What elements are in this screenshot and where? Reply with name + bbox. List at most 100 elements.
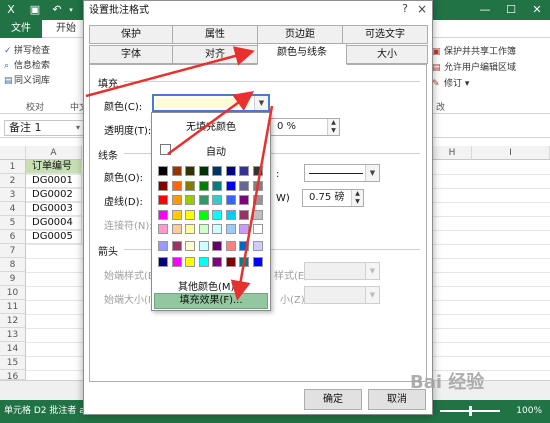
color-swatch[interactable] (198, 166, 209, 176)
color-swatch[interactable] (185, 209, 195, 220)
color-swatch[interactable] (185, 224, 195, 234)
color-swatch[interactable] (252, 257, 263, 267)
undo-dropdown-icon[interactable]: ▾ (64, 3, 78, 17)
line-style-combo[interactable]: ▼ (304, 164, 380, 182)
color-swatch[interactable] (252, 241, 263, 251)
cell-a2[interactable]: DG0001 (26, 174, 82, 188)
color-swatch[interactable] (225, 224, 236, 234)
color-swatch[interactable] (185, 195, 195, 205)
row-header[interactable]: 1 (0, 160, 26, 174)
more-colors-option[interactable]: 其他颜色(M)... (152, 278, 270, 293)
column-header-a[interactable]: A (26, 146, 82, 160)
line-weight-spinner[interactable]: 0.75 磅 ▲ ▼ (302, 189, 364, 207)
color-swatch[interactable] (239, 209, 249, 220)
close-icon[interactable]: × (417, 2, 427, 16)
color-swatch[interactable] (212, 166, 222, 176)
row-header[interactable]: 2 (0, 174, 26, 188)
minimize-icon[interactable]: — (472, 0, 498, 20)
color-swatch[interactable] (158, 195, 168, 205)
zoom-level[interactable]: 100% (516, 400, 542, 423)
window-close-icon[interactable]: ✕ (524, 0, 550, 20)
end-size-dropdown-icon[interactable]: ▼ (365, 287, 379, 303)
tab-protection[interactable]: 保护 (89, 25, 173, 44)
row-header[interactable]: 8 (0, 258, 26, 272)
select-all-corner[interactable] (0, 146, 26, 160)
color-swatch[interactable] (239, 166, 249, 176)
automatic-color-option[interactable]: 自动 (158, 143, 266, 158)
color-swatch[interactable] (225, 166, 236, 176)
color-swatch[interactable] (252, 166, 263, 176)
color-swatch[interactable] (212, 195, 222, 205)
color-swatch[interactable] (198, 180, 209, 191)
color-swatch[interactable] (252, 224, 263, 234)
row-header[interactable]: 15 (0, 356, 26, 370)
name-box[interactable]: 备注 1 ▾ (4, 120, 84, 136)
no-fill-option[interactable]: 无填充颜色 (152, 118, 270, 133)
color-swatch[interactable] (198, 257, 209, 267)
spinner-arrows-icon[interactable]: ▲ ▼ (327, 119, 339, 135)
end-size-combo[interactable]: ▼ (304, 286, 380, 304)
color-swatch[interactable] (171, 195, 182, 205)
color-swatch[interactable] (171, 224, 182, 234)
home-tab[interactable]: 开始 (56, 20, 76, 38)
undo-icon[interactable]: ↶ (50, 3, 64, 17)
tab-alignment[interactable]: 对齐 (172, 45, 258, 64)
line-style-dropdown-icon[interactable]: ▼ (365, 165, 379, 181)
color-swatch[interactable] (185, 241, 195, 251)
color-swatch[interactable] (198, 241, 209, 251)
fill-color-dropdown-icon[interactable]: ▼ (254, 96, 268, 110)
protect-share-button[interactable]: ▣ 保护并共享工作簿 (432, 44, 516, 60)
color-swatch[interactable] (158, 241, 168, 251)
color-swatch[interactable] (171, 257, 182, 267)
color-swatch[interactable] (239, 195, 249, 205)
row-header[interactable]: 6 (0, 230, 26, 244)
cell-a1[interactable]: 订单编号 (26, 160, 82, 174)
spell-check-button[interactable]: ✓ 拼写检查 (4, 44, 50, 59)
row-header[interactable]: 4 (0, 202, 26, 216)
color-swatch[interactable] (239, 224, 249, 234)
name-box-dropdown-icon[interactable]: ▾ (76, 121, 80, 135)
color-swatch[interactable] (185, 257, 195, 267)
color-swatch[interactable] (239, 257, 249, 267)
color-swatch[interactable] (171, 180, 182, 191)
row-header[interactable]: 5 (0, 216, 26, 230)
color-swatch[interactable] (212, 257, 222, 267)
color-swatch[interactable] (158, 166, 168, 176)
allow-edit-ranges-button[interactable]: ▤ 允许用户编辑区域 (432, 60, 516, 76)
color-swatch[interactable] (158, 257, 168, 267)
color-swatch[interactable] (171, 166, 182, 176)
color-swatch[interactable] (225, 257, 236, 267)
row-header[interactable]: 7 (0, 244, 26, 258)
maximize-icon[interactable]: ☐ (498, 0, 524, 20)
save-icon[interactable]: ▣ (28, 3, 42, 17)
color-swatch[interactable] (225, 195, 236, 205)
help-icon[interactable]: ? (402, 2, 408, 15)
zoom-slider-thumb[interactable] (469, 406, 472, 416)
tab-alt-text[interactable]: 可选文字 (342, 25, 428, 44)
row-header[interactable]: 12 (0, 314, 26, 328)
research-button[interactable]: ⌕ 信息检索 (4, 59, 50, 74)
color-swatch[interactable] (212, 241, 222, 251)
end-style-dropdown-icon[interactable]: ▼ (365, 263, 379, 279)
color-swatch[interactable] (198, 209, 209, 220)
cell-a5[interactable]: DG0004 (26, 216, 82, 230)
color-swatch[interactable] (225, 241, 236, 251)
cell-a6[interactable]: DG0005 (26, 230, 82, 244)
tab-font[interactable]: 字体 (89, 45, 173, 64)
color-swatch[interactable] (198, 195, 209, 205)
color-swatch[interactable] (185, 180, 195, 191)
tab-colors-and-lines[interactable]: 颜色与线条 (257, 43, 347, 65)
row-header[interactable]: 3 (0, 188, 26, 202)
color-swatch[interactable] (158, 209, 168, 220)
color-swatch[interactable] (252, 180, 263, 191)
color-swatch[interactable] (158, 224, 168, 234)
ok-button[interactable]: 确定 (304, 389, 362, 410)
tab-margins[interactable]: 页边距 (257, 25, 343, 44)
color-swatch[interactable] (252, 209, 263, 220)
color-swatch[interactable] (225, 180, 236, 191)
end-style-combo[interactable]: ▼ (304, 262, 380, 280)
tab-properties[interactable]: 属性 (172, 25, 258, 44)
color-swatch[interactable] (239, 241, 249, 251)
column-header-i[interactable]: I (472, 146, 550, 160)
color-swatch[interactable] (212, 180, 222, 191)
